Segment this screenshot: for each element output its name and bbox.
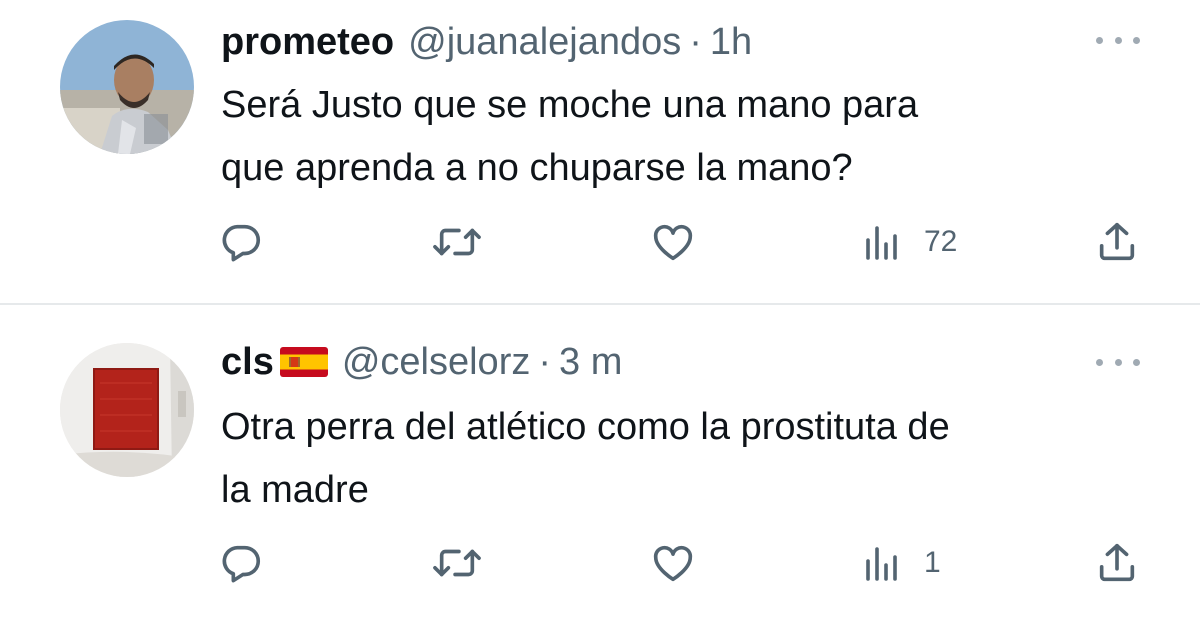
heart-icon bbox=[653, 545, 693, 582]
timestamp[interactable]: 3 m bbox=[559, 341, 622, 384]
views-count: 1 bbox=[924, 546, 941, 579]
tweet-text: Otra perra del atlético como la prostitu… bbox=[221, 396, 1161, 522]
user-handle[interactable]: @celselorz bbox=[342, 341, 531, 384]
views-button[interactable]: 1 bbox=[862, 538, 941, 588]
more-options-icon[interactable] bbox=[1096, 30, 1140, 50]
share-icon bbox=[1099, 543, 1135, 582]
reply-icon bbox=[222, 545, 261, 583]
tweet-header: prometeo @juanalejandos · 1h bbox=[221, 17, 752, 67]
like-button[interactable] bbox=[650, 538, 696, 588]
more-options-icon[interactable] bbox=[1096, 352, 1140, 372]
action-bar: 1 bbox=[0, 538, 1200, 588]
timestamp[interactable]: 1h bbox=[710, 21, 752, 64]
like-button[interactable] bbox=[650, 217, 696, 267]
avatar[interactable] bbox=[60, 343, 194, 477]
share-button[interactable] bbox=[1094, 538, 1140, 588]
views-button[interactable]: 72 bbox=[862, 217, 957, 267]
retweet-button[interactable] bbox=[432, 217, 482, 267]
separator-dot: · bbox=[689, 20, 702, 63]
spain-flag-icon bbox=[279, 347, 328, 377]
reply-button[interactable] bbox=[218, 538, 264, 588]
heart-icon bbox=[653, 224, 693, 261]
display-name[interactable]: cls bbox=[221, 341, 274, 384]
views-count: 72 bbox=[924, 225, 958, 258]
tweet-text-line: Será Justo que se moche una mano para bbox=[221, 84, 919, 126]
retweet-icon bbox=[433, 228, 481, 256]
tweet-text-line: Otra perra del atlético como la prostitu… bbox=[221, 406, 950, 448]
retweet-button[interactable] bbox=[432, 538, 482, 588]
avatar[interactable] bbox=[60, 20, 194, 154]
tweet-text: Será Justo que se moche una mano para qu… bbox=[221, 74, 1161, 200]
retweet-icon bbox=[433, 549, 481, 577]
tweet-text-line: la madre bbox=[221, 469, 369, 511]
views-icon bbox=[866, 226, 897, 260]
display-name[interactable]: prometeo bbox=[221, 21, 394, 64]
tweet[interactable]: prometeo @juanalejandos · 1h Será Justo … bbox=[0, 0, 1200, 304]
tweet[interactable]: cls @celselorz · 3 m Otra perra del atlé… bbox=[0, 305, 1200, 643]
share-icon bbox=[1099, 222, 1135, 261]
reply-button[interactable] bbox=[218, 217, 264, 267]
share-button[interactable] bbox=[1094, 217, 1140, 267]
separator-dot: · bbox=[538, 340, 551, 383]
tweet-header: cls @celselorz · 3 m bbox=[221, 337, 622, 387]
user-handle[interactable]: @juanalejandos bbox=[408, 21, 681, 64]
tweet-text-line: que aprenda a no chuparse la mano? bbox=[221, 147, 853, 189]
action-bar: 72 bbox=[0, 217, 1200, 267]
views-icon bbox=[866, 547, 897, 581]
reply-icon bbox=[222, 224, 261, 262]
